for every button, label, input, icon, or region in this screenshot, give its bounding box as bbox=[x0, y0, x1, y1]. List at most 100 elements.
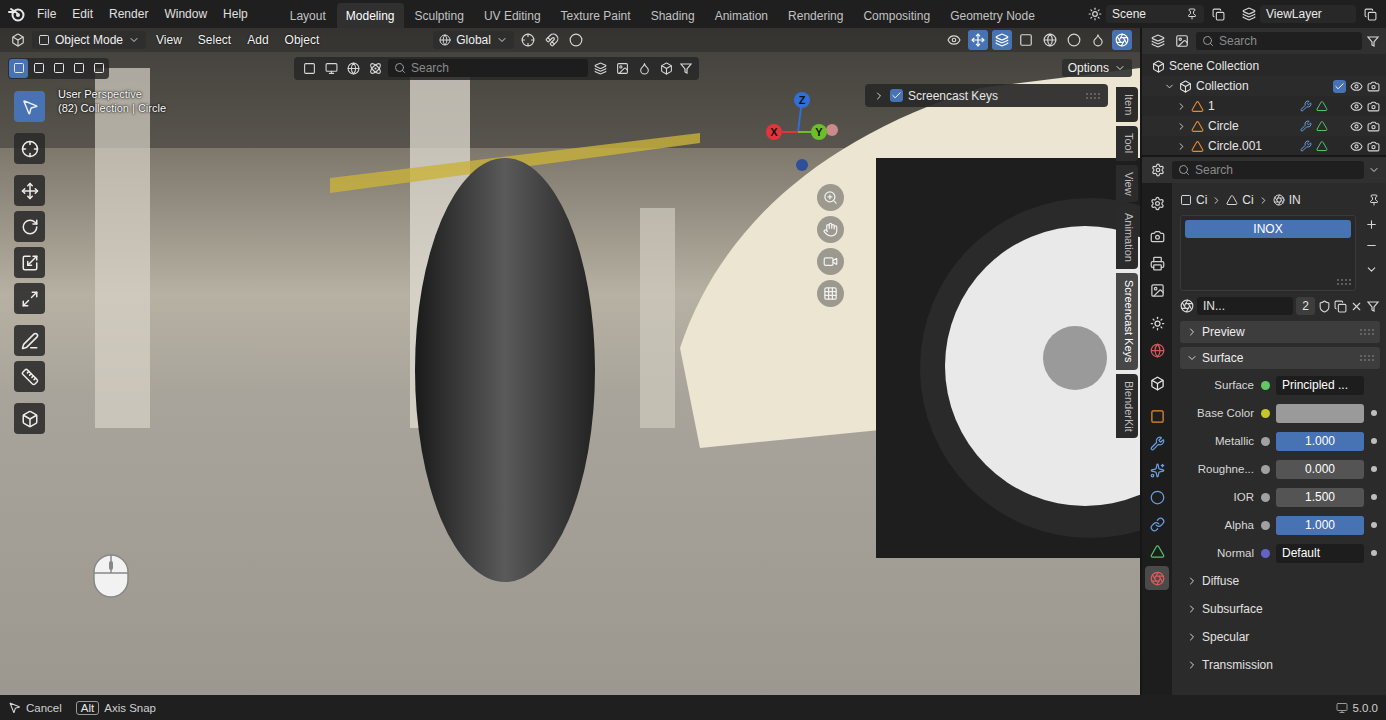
menu-item[interactable]: Render bbox=[102, 4, 155, 24]
tool-button[interactable] bbox=[14, 325, 45, 356]
orientation-dropdown[interactable]: Global bbox=[433, 31, 514, 49]
menu-item[interactable]: File bbox=[30, 4, 63, 24]
header-menu[interactable]: Object bbox=[279, 31, 326, 49]
sidebar-tab[interactable]: Animation bbox=[1116, 206, 1138, 269]
tool-button[interactable] bbox=[14, 403, 45, 434]
workspace-tab[interactable]: UV Editing bbox=[475, 3, 550, 28]
properties-tab[interactable] bbox=[1145, 539, 1169, 563]
solid-shading-button[interactable] bbox=[1064, 30, 1084, 50]
panel-header[interactable]: Preview bbox=[1180, 321, 1380, 343]
value-slider[interactable]: 1.500 bbox=[1276, 488, 1364, 507]
wireframe-shading-button[interactable] bbox=[1040, 30, 1060, 50]
display-mode-button[interactable] bbox=[1172, 31, 1192, 51]
toolbar-button[interactable] bbox=[300, 59, 319, 78]
header-menu[interactable]: Select bbox=[192, 31, 237, 49]
workspace-tab[interactable]: Modeling bbox=[337, 3, 404, 28]
camera-view-button[interactable] bbox=[817, 248, 844, 275]
blender-menu[interactable] bbox=[6, 3, 28, 25]
rendered-shading-button[interactable] bbox=[1112, 30, 1132, 50]
outliner-row[interactable]: Collection bbox=[1142, 76, 1386, 96]
outliner-row[interactable]: 1 bbox=[1142, 96, 1386, 116]
keyframe-dot[interactable] bbox=[1371, 522, 1377, 528]
menu-item[interactable]: Edit bbox=[65, 4, 100, 24]
editor-type-button[interactable] bbox=[1148, 31, 1168, 51]
pivot-button[interactable] bbox=[518, 30, 538, 50]
color-swatch[interactable] bbox=[1276, 404, 1364, 423]
properties-tab[interactable] bbox=[1145, 251, 1169, 275]
tool-button[interactable] bbox=[14, 247, 45, 278]
outliner-search[interactable]: Search bbox=[1196, 32, 1362, 50]
screencast-checkbox[interactable] bbox=[890, 89, 903, 102]
menu-item[interactable]: Help bbox=[216, 4, 255, 24]
value-slider[interactable]: 0.000 bbox=[1276, 460, 1364, 479]
workspace-tab[interactable]: Sculpting bbox=[406, 3, 473, 28]
properties-tab[interactable] bbox=[1145, 191, 1169, 215]
screencast-panel[interactable]: Screencast Keys bbox=[865, 84, 1108, 107]
select-mode-button[interactable] bbox=[89, 59, 108, 78]
mode-dropdown[interactable]: Object Mode bbox=[32, 31, 146, 49]
toolbar-button[interactable] bbox=[657, 59, 676, 78]
material-shading-button[interactable] bbox=[1088, 30, 1108, 50]
properties-tab[interactable] bbox=[1145, 431, 1169, 455]
workspace-tab[interactable]: Rendering bbox=[779, 3, 852, 28]
material-slot[interactable]: INOX bbox=[1185, 220, 1351, 238]
workspace-tab[interactable]: Shading bbox=[642, 3, 704, 28]
gizmo-axis[interactable]: X bbox=[766, 124, 782, 140]
properties-tab[interactable] bbox=[1145, 404, 1169, 428]
proportional-button[interactable] bbox=[566, 30, 586, 50]
keyframe-dot[interactable] bbox=[1371, 410, 1377, 416]
shader-field[interactable]: Principled ... bbox=[1276, 376, 1364, 395]
exclude-checkbox[interactable] bbox=[1333, 80, 1346, 93]
tool-button[interactable] bbox=[14, 211, 45, 242]
properties-search[interactable]: Search bbox=[1172, 161, 1364, 179]
toolbar-button[interactable] bbox=[635, 59, 654, 78]
zoom-button[interactable] bbox=[817, 184, 844, 211]
remove-slot-button[interactable] bbox=[1362, 236, 1380, 254]
header-menu[interactable]: View bbox=[150, 31, 188, 49]
subpanel-header[interactable]: Specular bbox=[1180, 625, 1380, 649]
properties-tab[interactable] bbox=[1145, 485, 1169, 509]
scene-field[interactable]: Scene bbox=[1106, 5, 1204, 23]
new-scene-button[interactable] bbox=[1208, 4, 1228, 24]
snap-button[interactable] bbox=[542, 30, 562, 50]
add-slot-button[interactable] bbox=[1362, 215, 1380, 233]
keyframe-dot[interactable] bbox=[1371, 466, 1377, 472]
gizmo-axis[interactable]: Z bbox=[794, 92, 810, 108]
select-mode-button[interactable] bbox=[29, 59, 48, 78]
tool-button[interactable] bbox=[14, 91, 45, 122]
sidebar-tab[interactable]: Screencast Keys bbox=[1116, 273, 1138, 370]
panel-header[interactable]: Surface bbox=[1180, 347, 1380, 369]
sidebar-tab[interactable]: Tool bbox=[1116, 126, 1138, 160]
3d-viewport[interactable]: Object ModeViewSelectAddObjectGlobalSear… bbox=[0, 28, 1140, 695]
view-layer-field[interactable]: ViewLayer bbox=[1260, 5, 1356, 23]
toolbar-button[interactable] bbox=[322, 59, 341, 78]
properties-tab[interactable] bbox=[1145, 311, 1169, 335]
link-field[interactable]: Default bbox=[1276, 544, 1364, 563]
ortho-toggle-button[interactable] bbox=[817, 280, 844, 307]
workspace-tab[interactable]: Compositing bbox=[854, 3, 939, 28]
keyframe-dot[interactable] bbox=[1371, 438, 1377, 444]
workspace-tab[interactable]: Layout bbox=[281, 3, 335, 28]
properties-tab[interactable] bbox=[1145, 278, 1169, 302]
toolbar-button[interactable] bbox=[366, 59, 385, 78]
tool-button[interactable] bbox=[14, 175, 45, 206]
outliner-row[interactable]: Circle bbox=[1142, 116, 1386, 136]
xray-button[interactable] bbox=[1016, 30, 1036, 50]
subpanel-header[interactable]: Diffuse bbox=[1180, 569, 1380, 593]
toolbar-button[interactable] bbox=[591, 59, 610, 78]
editor-type-button[interactable] bbox=[1148, 160, 1168, 180]
properties-tab[interactable] bbox=[1145, 224, 1169, 248]
sidebar-tab[interactable]: BlenderKit bbox=[1116, 374, 1138, 439]
toolbar-button[interactable] bbox=[344, 59, 363, 78]
workspace-tab[interactable]: Texture Paint bbox=[552, 3, 640, 28]
pan-button[interactable] bbox=[817, 216, 844, 243]
sidebar-tab[interactable]: View bbox=[1116, 165, 1138, 203]
properties-tab[interactable] bbox=[1145, 566, 1169, 590]
select-mode-button[interactable] bbox=[69, 59, 88, 78]
options-dropdown[interactable]: Options bbox=[1062, 59, 1132, 77]
gizmo-button[interactable] bbox=[968, 30, 988, 50]
keyframe-dot[interactable] bbox=[1371, 494, 1377, 500]
visibility-button[interactable] bbox=[944, 30, 964, 50]
select-mode-button[interactable] bbox=[49, 59, 68, 78]
search-field[interactable]: Search bbox=[388, 59, 588, 77]
